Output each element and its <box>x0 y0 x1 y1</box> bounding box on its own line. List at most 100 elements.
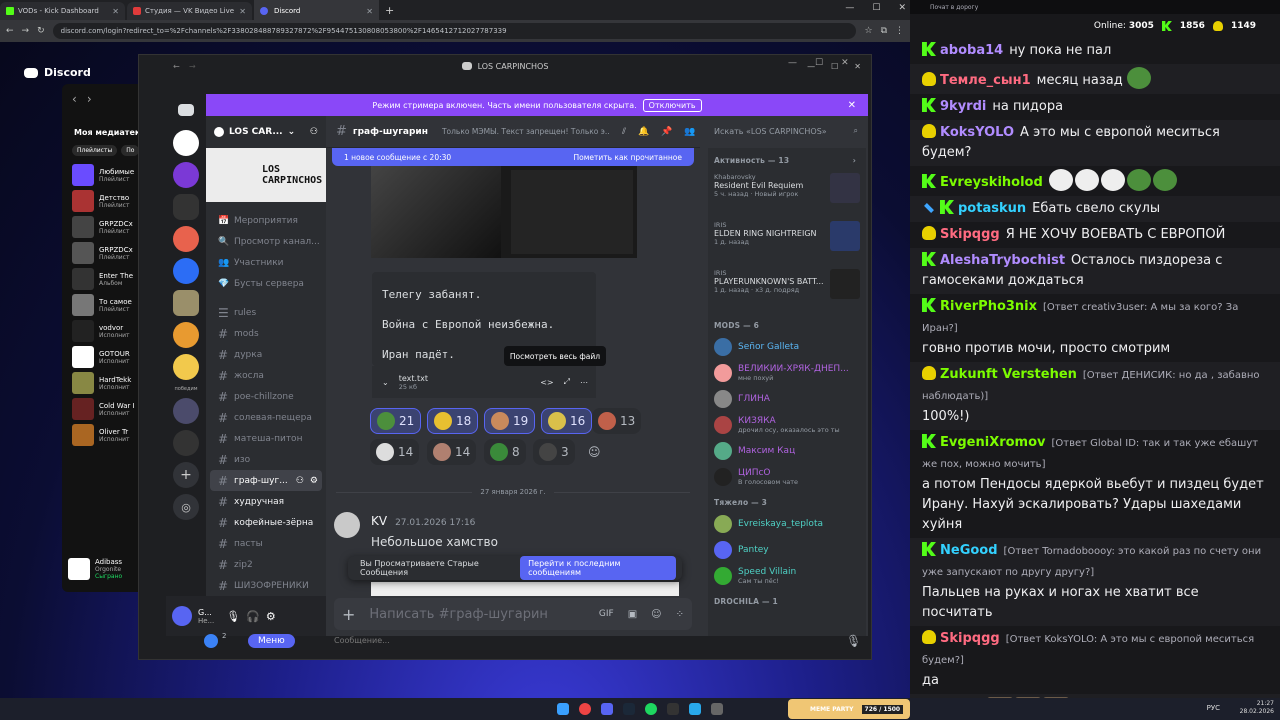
forward-icon[interactable]: › <box>87 92 92 106</box>
more-icon[interactable]: ⋯ <box>580 378 588 387</box>
server-icon[interactable] <box>173 430 199 456</box>
microphone-icon[interactable]: 🎙 <box>226 610 240 623</box>
threads-icon[interactable]: ⫽ <box>622 127 626 137</box>
reload-icon[interactable]: ↻ <box>37 26 45 36</box>
chat-username[interactable]: RiverPho3nix <box>940 299 1037 314</box>
pin-icon[interactable]: 📌 <box>661 127 672 137</box>
new-messages-bar[interactable]: 1 новое сообщение с 20:30 Пометить как пр… <box>332 148 694 166</box>
spotify-icon[interactable] <box>645 703 657 715</box>
member-item[interactable]: ГЛИНА <box>708 386 866 412</box>
server-icon[interactable] <box>173 354 199 380</box>
back-icon[interactable]: ‹ <box>72 92 77 106</box>
minimize-icon[interactable]: — <box>788 58 797 68</box>
member-item[interactable]: Señor Galleta <box>708 334 866 360</box>
disable-streamer-button[interactable]: Отключить <box>642 98 702 112</box>
code-icon[interactable]: <> <box>540 378 553 387</box>
back-icon[interactable]: ← <box>173 62 180 71</box>
channel-item[interactable]: # солевая-пещера <box>206 407 326 428</box>
activity-card[interactable]: IRIS ELDEN RING NIGHTREIGN 1 д. назад <box>708 217 866 265</box>
emoji-icon[interactable]: ☺ <box>651 609 661 620</box>
new-tab-icon[interactable]: + <box>385 4 394 17</box>
url-field[interactable]: discord.com/login?redirect_to=%2Fchannel… <box>52 23 857 39</box>
close-icon[interactable]: ✕ <box>366 7 373 16</box>
close-icon[interactable]: ✕ <box>848 100 856 111</box>
server-menu-item[interactable]: 👥 Участники <box>206 252 326 273</box>
channel-item[interactable]: # zip2 <box>206 554 326 575</box>
close-icon[interactable]: ✕ <box>854 62 861 71</box>
channel-item[interactable]: # mods <box>206 323 326 344</box>
close-icon[interactable]: ✕ <box>112 7 119 16</box>
reaction-pill[interactable]: 3 <box>533 439 575 465</box>
chat-username[interactable]: potaskun <box>958 201 1026 216</box>
chat-username[interactable]: KoksYOLO <box>940 125 1014 140</box>
member-item[interactable]: ВЕЛИКИЙ-ХРЯК-ДНЕП... мне похуй <box>708 360 866 386</box>
reaction-pill[interactable]: 19 <box>484 408 536 434</box>
gear-icon[interactable]: ⚙ <box>266 610 276 623</box>
close-icon[interactable]: ✕ <box>898 3 906 13</box>
server-menu-item[interactable]: 💎 Бусты сервера <box>206 273 326 294</box>
member-item[interactable]: Максим Кац <box>708 438 866 464</box>
server-icon[interactable] <box>173 258 199 284</box>
headphones-icon[interactable]: 🎧 <box>246 610 260 623</box>
chat-username[interactable]: 9kyrdi <box>940 99 986 114</box>
add-reaction-button[interactable]: ☺ <box>582 439 607 465</box>
reaction-pill[interactable]: 13 <box>592 408 642 434</box>
server-icon[interactable] <box>173 290 199 316</box>
apps-icon[interactable]: ⁘ <box>676 609 684 620</box>
reaction-pill[interactable]: 16 <box>541 408 593 434</box>
sticker-icon[interactable]: ▣ <box>628 609 637 620</box>
server-header[interactable]: LOS CAR... ⌄ ⚇ <box>206 116 326 148</box>
obs-icon[interactable] <box>667 703 679 715</box>
embed-image[interactable] <box>371 582 679 596</box>
chat-username[interactable]: Zukunft Verstehen <box>940 367 1077 382</box>
member-item[interactable]: КИЗЯКА дрочил осу, оказалось это ты <box>708 412 866 438</box>
discord-home-icon[interactable] <box>178 104 194 116</box>
extensions-icon[interactable]: ⧉ <box>881 26 887 36</box>
forward-icon[interactable]: → <box>189 62 196 71</box>
message-author[interactable]: KV <box>371 514 387 528</box>
filter-chip[interactable]: По <box>121 145 140 156</box>
members-icon[interactable]: 👥 <box>684 127 695 137</box>
add-server-icon[interactable]: + <box>173 462 199 488</box>
maximize-icon[interactable]: ☐ <box>815 58 823 68</box>
mark-read-button[interactable]: Пометить как прочитанное <box>574 153 683 162</box>
close-icon[interactable]: ✕ <box>841 58 849 68</box>
chevron-right-icon[interactable]: › <box>853 156 856 165</box>
gear-icon[interactable]: ⚙ <box>310 476 318 486</box>
chat-username[interactable]: Evreyskiholod <box>940 175 1043 190</box>
star-icon[interactable]: ☆ <box>864 26 872 36</box>
microphone-icon[interactable]: 🎙 <box>846 634 861 648</box>
avatar[interactable] <box>334 512 360 538</box>
filter-chip[interactable]: Плейлисты <box>72 145 118 156</box>
telegram-icon[interactable] <box>689 703 701 715</box>
jump-to-latest-button[interactable]: Перейти к последним сообщениям <box>520 556 676 580</box>
meme-image[interactable] <box>371 166 637 258</box>
menu-icon[interactable]: ⋮ <box>895 26 904 36</box>
channel-item[interactable]: # пасты <box>206 533 326 554</box>
member-item[interactable]: Pantey <box>708 537 866 563</box>
member-item[interactable]: ЦИПсО В голосовом чате <box>708 464 866 490</box>
server-icon[interactable] <box>173 194 199 220</box>
discord-icon[interactable] <box>601 703 613 715</box>
channel-item[interactable]: # изо <box>206 449 326 470</box>
channel-item[interactable]: # худручная <box>206 491 326 512</box>
channel-item[interactable]: # жосла <box>206 365 326 386</box>
bell-icon[interactable]: 🔔 <box>638 127 649 137</box>
chat-username[interactable]: AleshaTrybochist <box>940 253 1065 268</box>
server-icon[interactable] <box>173 130 199 156</box>
clock[interactable]: 21:27 28.02.2026 <box>1240 700 1274 716</box>
expand-icon[interactable]: ⤢ <box>564 377 570 387</box>
channel-item[interactable]: # матеша-питон <box>206 428 326 449</box>
reaction-pill[interactable]: 18 <box>427 408 479 434</box>
app-icon[interactable] <box>711 703 723 715</box>
chrome-icon[interactable] <box>579 703 591 715</box>
browser-tab[interactable]: Студия — VK Видео Live ✕ <box>127 2 252 20</box>
maximize-icon[interactable]: ☐ <box>872 3 880 13</box>
language-indicator[interactable]: РУС <box>1207 704 1220 712</box>
add-member-icon[interactable]: ⚇ <box>310 127 318 137</box>
channel-item[interactable]: # poe-chillzone <box>206 386 326 407</box>
windows-start-icon[interactable] <box>557 703 569 715</box>
server-icon[interactable] <box>173 226 199 252</box>
channel-item[interactable]: # дурка <box>206 344 326 365</box>
channel-item[interactable]: # кофейные-зёрна <box>206 512 326 533</box>
